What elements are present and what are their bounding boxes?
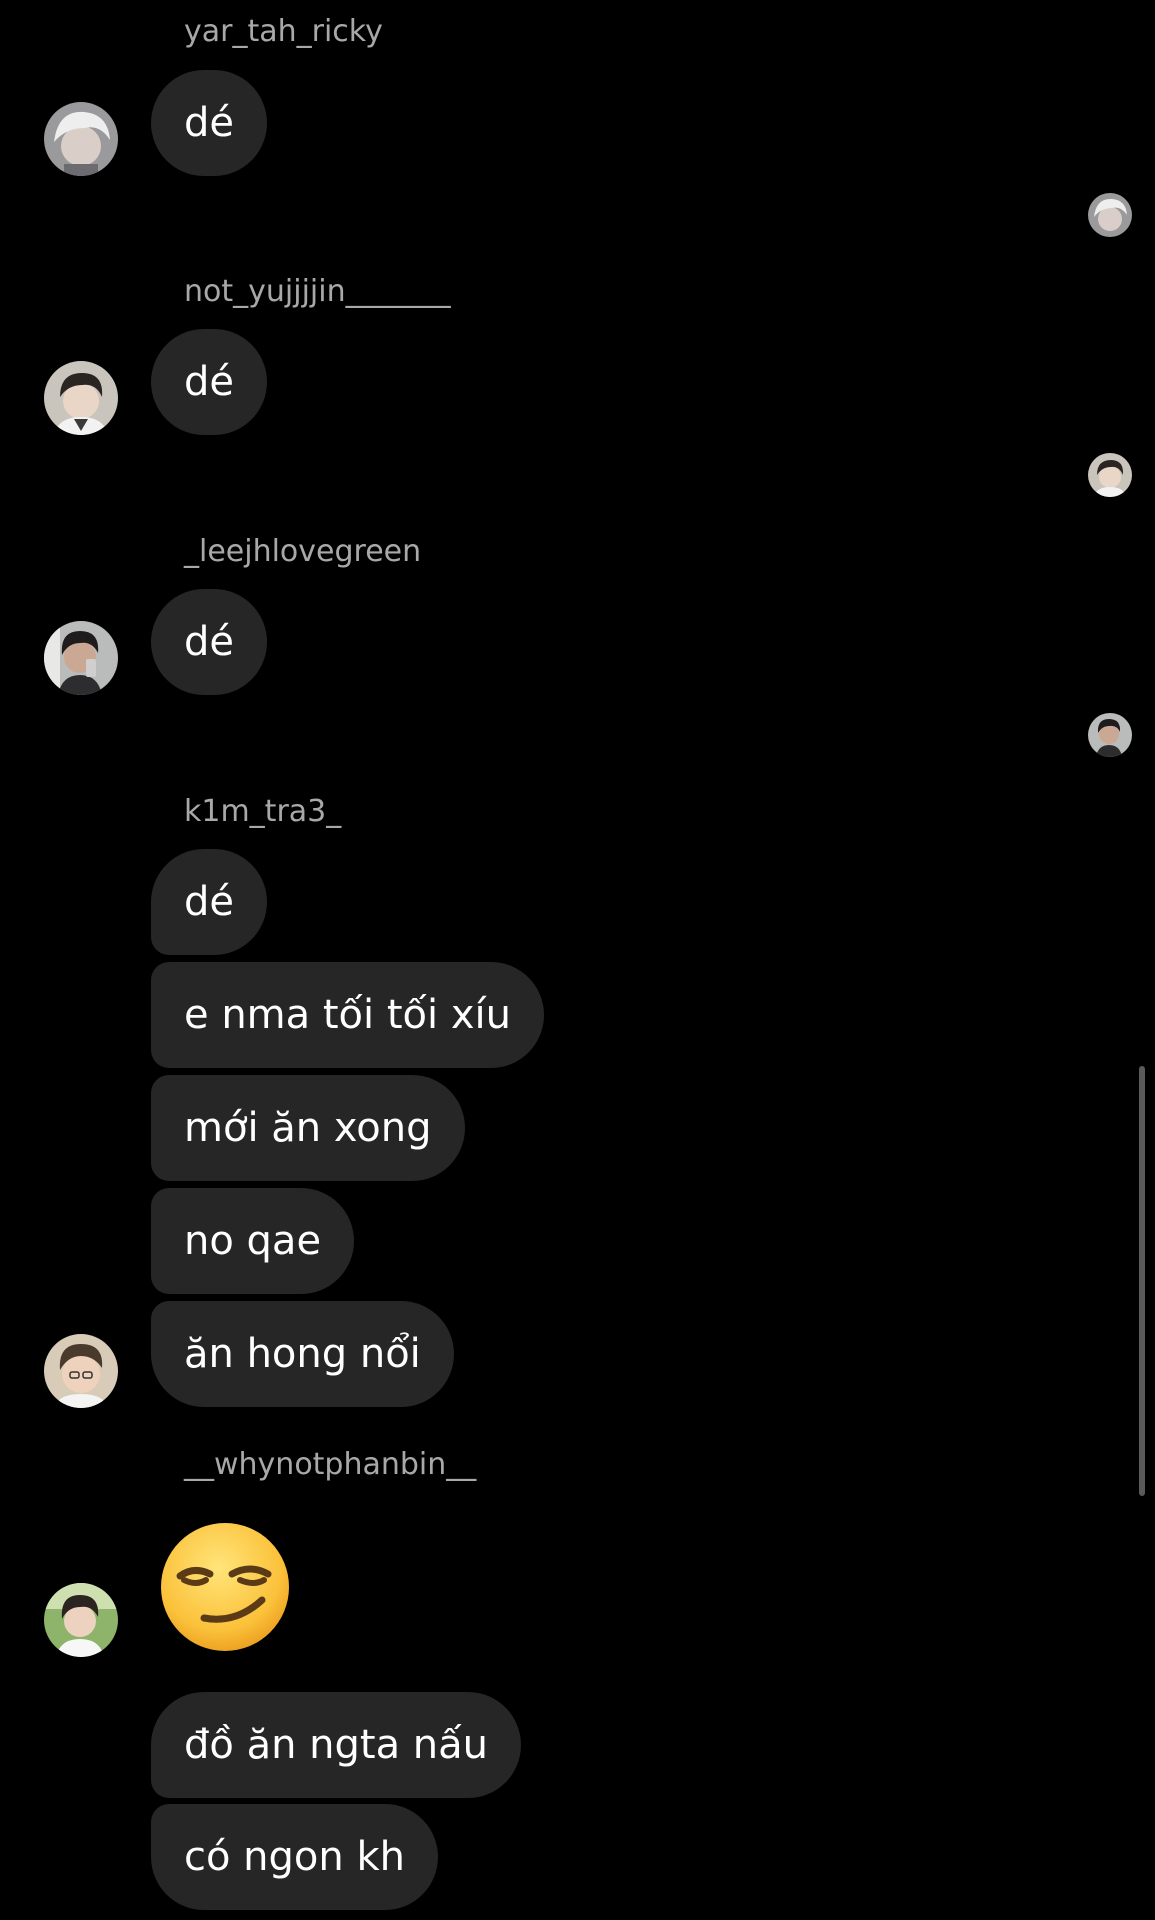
avatar[interactable] xyxy=(44,621,118,695)
message-bubble[interactable]: no qae xyxy=(151,1188,355,1294)
sender-username[interactable]: k1m_tra3_ xyxy=(184,797,341,827)
message-bubble[interactable]: dé xyxy=(151,70,267,176)
message-bubble[interactable]: có ngon kh xyxy=(151,1804,438,1910)
message-bubble[interactable]: mới ăn xong xyxy=(151,1075,465,1181)
avatar[interactable] xyxy=(44,361,118,435)
sender-username[interactable]: __whynotphanbin__ xyxy=(184,1450,476,1480)
chat-thread[interactable]: yar_tah_ricky dé not_yujjjjin_______ dé xyxy=(0,0,1155,1920)
avatar[interactable] xyxy=(44,1334,118,1408)
seen-avatar xyxy=(1088,453,1132,497)
sender-username[interactable]: not_yujjjjin_______ xyxy=(184,277,451,307)
message-bubble[interactable]: ăn hong nổi xyxy=(151,1301,454,1407)
message-bubble[interactable]: dé xyxy=(151,589,267,695)
message-bubble[interactable]: e nma tối tối xíu xyxy=(151,962,544,1068)
smirking-face-emoji[interactable] xyxy=(158,1520,292,1654)
avatar[interactable] xyxy=(44,1583,118,1657)
message-bubble[interactable]: dé xyxy=(151,329,267,435)
sender-username[interactable]: _leejhlovegreen xyxy=(184,537,421,567)
seen-avatar xyxy=(1088,713,1132,757)
seen-avatar xyxy=(1088,193,1132,237)
message-bubble[interactable]: đồ ăn ngta nấu xyxy=(151,1692,522,1798)
sender-username[interactable]: yar_tah_ricky xyxy=(184,17,383,47)
scrollbar[interactable] xyxy=(1139,1066,1145,1496)
avatar[interactable] xyxy=(44,102,118,176)
message-bubble[interactable]: dé xyxy=(151,849,267,955)
